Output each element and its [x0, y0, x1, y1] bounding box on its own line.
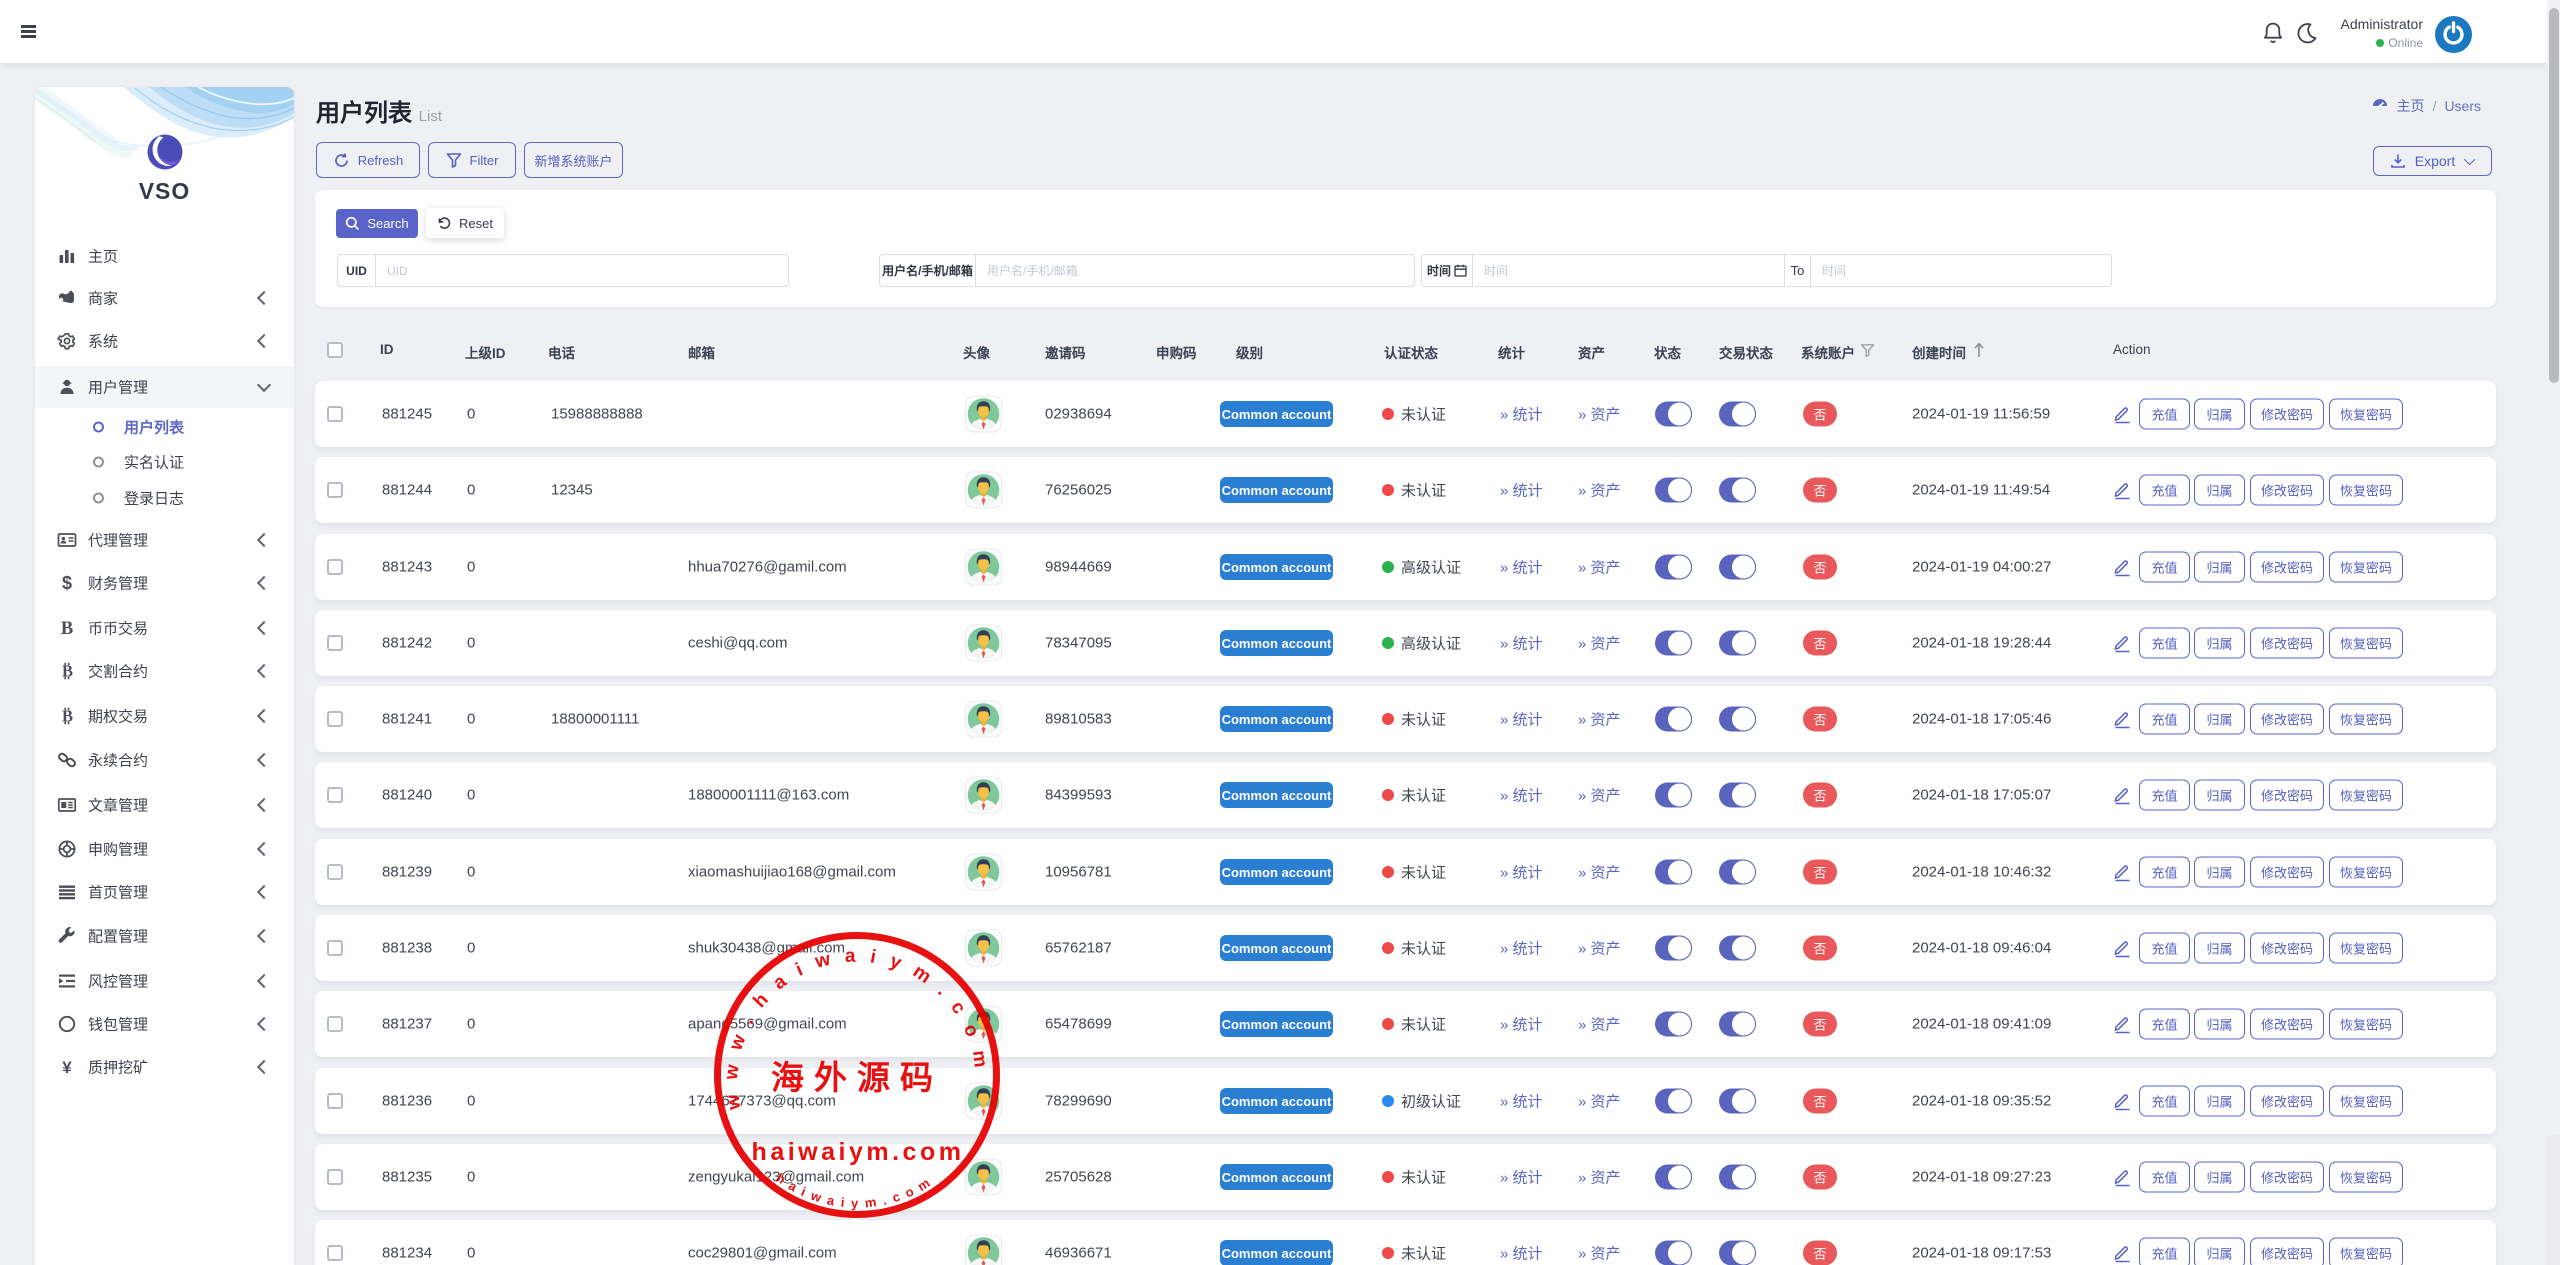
svg-text:$: $ [62, 573, 72, 593]
svg-text:haiwaiym.com: haiwaiym.com [752, 1138, 965, 1166]
svg-text:B: B [62, 707, 73, 726]
svg-text:海外源码: 海外源码 [771, 1059, 943, 1096]
svg-text:¥: ¥ [62, 1058, 72, 1077]
svg-text:B: B [62, 662, 73, 681]
svg-text:B: B [61, 619, 73, 638]
